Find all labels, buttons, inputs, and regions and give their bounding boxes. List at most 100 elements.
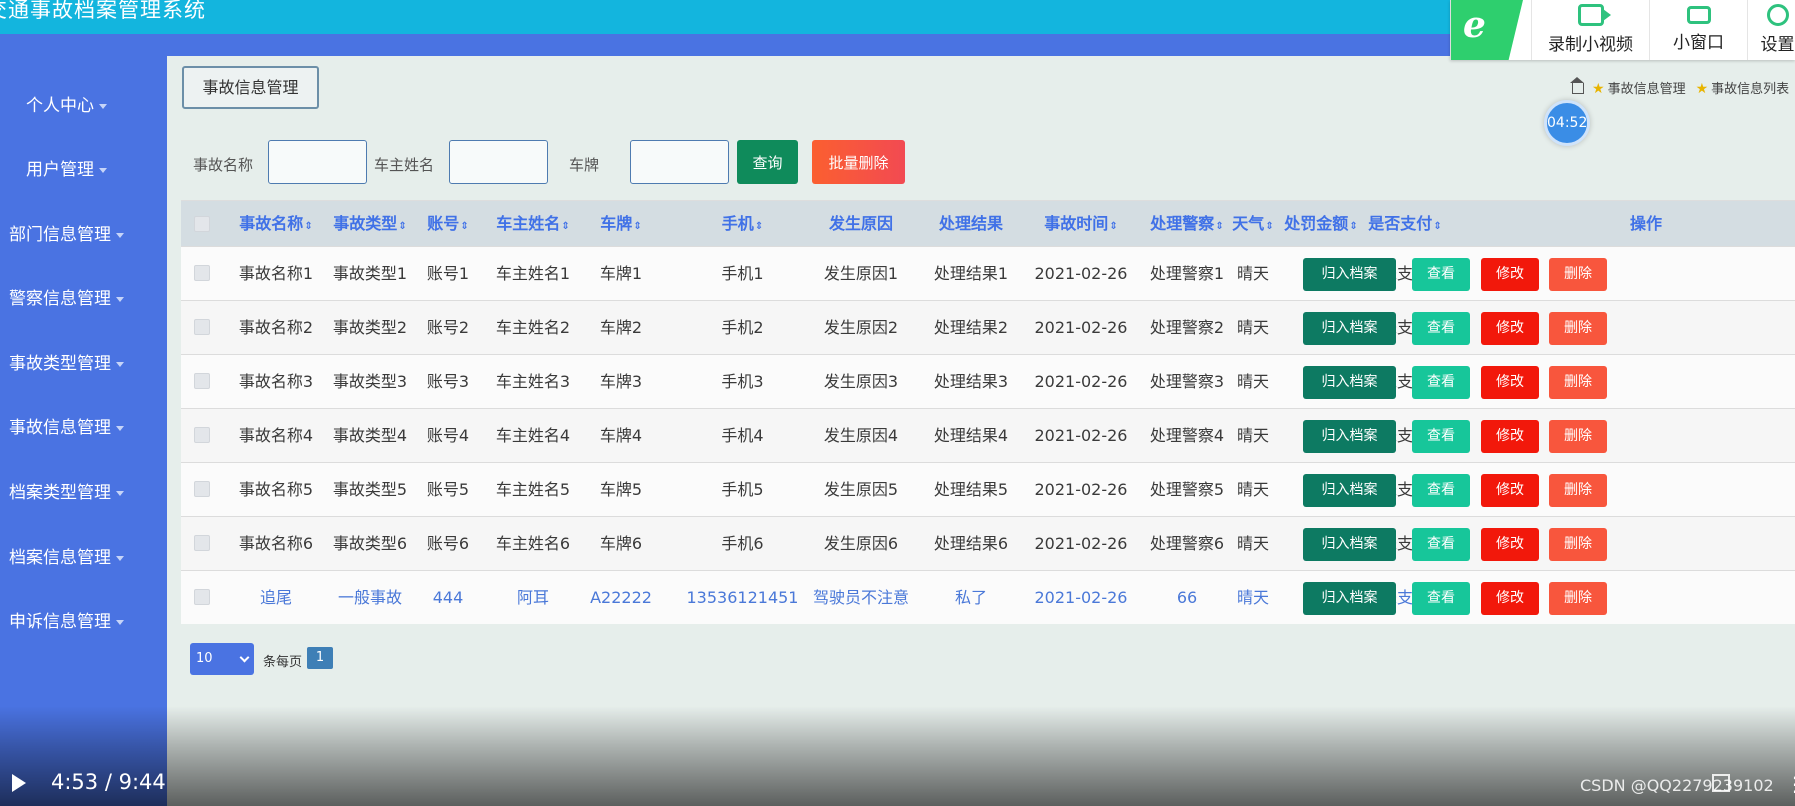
sort-icon: ⇕ bbox=[1433, 221, 1442, 232]
column-header[interactable]: 手机⇕ bbox=[671, 201, 814, 246]
sidebar-item-archive-types[interactable]: 档案类型管理 bbox=[0, 478, 167, 503]
column-header[interactable]: 账号⇕ bbox=[422, 201, 474, 246]
sidebar-item-appeals[interactable]: 申诉信息管理 bbox=[0, 607, 167, 632]
record-video-button[interactable]: 录制小视频 bbox=[1531, 0, 1649, 60]
edit-button[interactable]: 修改 bbox=[1481, 582, 1539, 615]
owner-name-input[interactable] bbox=[449, 140, 548, 184]
more-icon[interactable]: ⋮ bbox=[1785, 772, 1795, 796]
row-checkbox[interactable] bbox=[194, 427, 210, 443]
archive-button[interactable]: 归入档案 bbox=[1303, 420, 1396, 453]
table-cell: 晴天 bbox=[1236, 264, 1269, 283]
row-checkbox[interactable] bbox=[194, 373, 210, 389]
mini-window-button[interactable]: 小窗口 bbox=[1649, 0, 1747, 60]
breadcrumb-item[interactable]: 事故信息列表 bbox=[1711, 82, 1789, 97]
table-row: 事故名称5 事故类型5 账号5 车主姓名5 车牌5 手机5 发生原因5 处理结果5 2021-0… bbox=[181, 462, 1795, 516]
sidebar-item-personal-center[interactable]: 个人中心 bbox=[0, 91, 167, 116]
table-cell: 处理结果1 bbox=[933, 264, 1009, 283]
column-header[interactable]: 天气⇕ bbox=[1225, 201, 1281, 246]
video-controls-bar bbox=[0, 706, 1795, 806]
header-label: 账号 bbox=[427, 214, 460, 233]
delete-button[interactable]: 删除 bbox=[1549, 366, 1607, 399]
view-button[interactable]: 查看 bbox=[1412, 420, 1470, 453]
delete-button[interactable]: 删除 bbox=[1549, 312, 1607, 345]
row-checkbox[interactable] bbox=[194, 481, 210, 497]
breadcrumb-item[interactable]: 事故信息管理 bbox=[1608, 82, 1686, 97]
edit-button[interactable]: 修改 bbox=[1481, 420, 1539, 453]
column-header[interactable]: 事故时间⇕ bbox=[1021, 201, 1141, 246]
edit-button[interactable]: 修改 bbox=[1481, 528, 1539, 561]
table-cell: 2021-02-26 bbox=[1034, 588, 1128, 607]
settings-button[interactable]: 设置 bbox=[1747, 0, 1795, 60]
row-checkbox[interactable] bbox=[194, 265, 210, 281]
column-header[interactable]: 处罚金额⇕ bbox=[1279, 201, 1363, 246]
sidebar-item-accident-types[interactable]: 事故类型管理 bbox=[0, 349, 167, 374]
archive-button[interactable]: 归入档案 bbox=[1303, 474, 1396, 507]
table-cell: 晴天 bbox=[1236, 480, 1269, 499]
home-icon[interactable] bbox=[1570, 77, 1584, 94]
sidebar-item-label: 事故信息管理 bbox=[9, 418, 111, 438]
view-button[interactable]: 查看 bbox=[1412, 474, 1470, 507]
table-cell: 晴天 bbox=[1236, 372, 1269, 391]
column-header[interactable]: 车主姓名⇕ bbox=[487, 201, 579, 246]
row-checkbox[interactable] bbox=[194, 535, 210, 551]
view-button[interactable]: 查看 bbox=[1412, 312, 1470, 345]
row-checkbox[interactable] bbox=[194, 319, 210, 335]
table-row: 追尾 一般事故 444 阿耳 A22222 13536121451 驾驶员不注意 私了 2021… bbox=[181, 570, 1795, 624]
table-cell: 处理警察5 bbox=[1149, 480, 1225, 499]
select-all-checkbox[interactable] bbox=[194, 216, 210, 232]
delete-button[interactable]: 删除 bbox=[1549, 582, 1607, 615]
archive-button[interactable]: 归入档案 bbox=[1303, 582, 1396, 615]
page-number-button[interactable]: 1 bbox=[307, 647, 333, 669]
edit-button[interactable]: 修改 bbox=[1481, 258, 1539, 291]
plate-input[interactable] bbox=[630, 140, 729, 184]
table-cell: 晴天 bbox=[1236, 534, 1269, 553]
archive-button[interactable]: 归入档案 bbox=[1303, 258, 1396, 291]
header-label: 天气 bbox=[1232, 214, 1265, 233]
caret-down-icon bbox=[116, 296, 124, 302]
batch-delete-button[interactable]: 批量删除 bbox=[812, 140, 905, 184]
sidebar-item-users[interactable]: 用户管理 bbox=[0, 155, 167, 180]
column-header[interactable]: 车牌⇕ bbox=[585, 201, 657, 246]
sidebar-item-archives[interactable]: 档案信息管理 bbox=[0, 543, 167, 568]
edit-button[interactable]: 修改 bbox=[1481, 312, 1539, 345]
archive-button[interactable]: 归入档案 bbox=[1303, 528, 1396, 561]
sidebar-item-label: 档案类型管理 bbox=[9, 483, 111, 503]
row-checkbox[interactable] bbox=[194, 589, 210, 605]
table-cell: 事故类型6 bbox=[332, 534, 408, 553]
accident-name-input[interactable] bbox=[268, 140, 367, 184]
edit-button[interactable]: 修改 bbox=[1481, 366, 1539, 399]
sidebar-item-accidents[interactable]: 事故信息管理 bbox=[0, 413, 167, 438]
column-header: 处理结果 bbox=[916, 201, 1026, 246]
view-button[interactable]: 查看 bbox=[1412, 366, 1470, 399]
view-button[interactable]: 查看 bbox=[1412, 582, 1470, 615]
archive-button[interactable]: 归入档案 bbox=[1303, 312, 1396, 345]
fullscreen-icon[interactable] bbox=[1712, 774, 1730, 792]
page-size-select[interactable]: 10 bbox=[190, 643, 254, 675]
sort-icon: ⇕ bbox=[1349, 221, 1358, 232]
table-cell: 车主姓名2 bbox=[495, 318, 571, 337]
table-cell: 手机4 bbox=[721, 426, 764, 445]
edit-button[interactable]: 修改 bbox=[1481, 474, 1539, 507]
table-cell: 处理警察3 bbox=[1149, 372, 1225, 391]
delete-button[interactable]: 删除 bbox=[1549, 528, 1607, 561]
page-tab[interactable]: 事故信息管理 bbox=[182, 66, 319, 109]
table-cell: 车主姓名5 bbox=[495, 480, 571, 499]
play-icon[interactable] bbox=[12, 774, 26, 792]
column-header[interactable]: 是否支付⇕ bbox=[1365, 201, 1445, 246]
column-header[interactable]: 事故类型⇕ bbox=[327, 201, 413, 246]
archive-button[interactable]: 归入档案 bbox=[1303, 366, 1396, 399]
view-button[interactable]: 查看 bbox=[1412, 258, 1470, 291]
header-label: 发生原因 bbox=[828, 214, 893, 233]
delete-button[interactable]: 删除 bbox=[1549, 420, 1607, 453]
query-button[interactable]: 查询 bbox=[737, 140, 798, 184]
table-cell: 事故类型4 bbox=[332, 426, 408, 445]
video-time: 4:53 / 9:44 bbox=[51, 770, 166, 794]
delete-button[interactable]: 删除 bbox=[1549, 258, 1607, 291]
sidebar-item-departments[interactable]: 部门信息管理 bbox=[0, 220, 167, 245]
column-header[interactable]: 事故名称⇕ bbox=[233, 201, 319, 246]
watermark: CSDN @QQ2279239102 bbox=[1580, 776, 1774, 795]
view-button[interactable]: 查看 bbox=[1412, 528, 1470, 561]
column-header[interactable]: 处理警察⇕ bbox=[1139, 201, 1235, 246]
sidebar-item-police[interactable]: 警察信息管理 bbox=[0, 284, 167, 309]
delete-button[interactable]: 删除 bbox=[1549, 474, 1607, 507]
